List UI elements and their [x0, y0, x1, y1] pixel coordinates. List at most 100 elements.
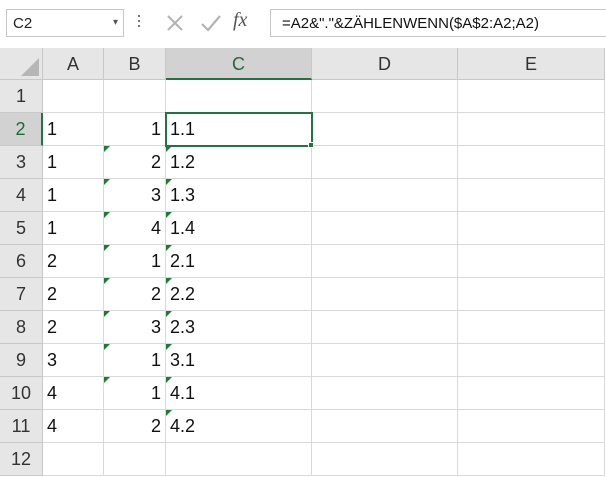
checkmark-icon[interactable]: [196, 9, 226, 37]
cell-e3[interactable]: [458, 146, 605, 179]
error-indicator-icon[interactable]: [166, 344, 172, 350]
cell-d7[interactable]: [312, 278, 458, 311]
cell-e10[interactable]: [458, 377, 605, 410]
cell-a8[interactable]: 2: [43, 311, 104, 344]
cell-c8[interactable]: 2.3: [166, 311, 312, 344]
cell-c3[interactable]: 1.2: [166, 146, 312, 179]
cell-b11[interactable]: 2: [104, 410, 166, 443]
cell-b8[interactable]: 3: [104, 311, 166, 344]
cell-c2[interactable]: 1.1: [166, 113, 312, 146]
column-header-c[interactable]: C: [166, 48, 312, 80]
column-header-a[interactable]: A: [43, 48, 104, 80]
cell-c10[interactable]: 4.1: [166, 377, 312, 410]
row-header-6[interactable]: 6: [0, 245, 43, 278]
cell-e2[interactable]: [458, 113, 605, 146]
cell-d8[interactable]: [312, 311, 458, 344]
cell-e12[interactable]: [458, 443, 605, 476]
cell-b9[interactable]: 1: [104, 344, 166, 377]
cell-e11[interactable]: [458, 410, 605, 443]
grip-dots-icon[interactable]: [136, 12, 142, 34]
cell-b3[interactable]: 2: [104, 146, 166, 179]
chevron-down-icon[interactable]: ▾: [113, 17, 118, 28]
cell-e1[interactable]: [458, 80, 605, 113]
cell-c7[interactable]: 2.2: [166, 278, 312, 311]
cell-a9[interactable]: 3: [43, 344, 104, 377]
row-header-9[interactable]: 9: [0, 344, 43, 377]
cell-d9[interactable]: [312, 344, 458, 377]
error-indicator-icon[interactable]: [104, 311, 110, 317]
error-indicator-icon[interactable]: [104, 212, 110, 218]
cell-b10[interactable]: 1: [104, 377, 166, 410]
column-header-d[interactable]: D: [312, 48, 458, 80]
cell-a3[interactable]: 1: [43, 146, 104, 179]
row-header-7[interactable]: 7: [0, 278, 43, 311]
cell-e9[interactable]: [458, 344, 605, 377]
cell-c9[interactable]: 3.1: [166, 344, 312, 377]
cell-c6[interactable]: 2.1: [166, 245, 312, 278]
error-indicator-icon[interactable]: [104, 146, 110, 152]
cell-a6[interactable]: 2: [43, 245, 104, 278]
cell-c11[interactable]: 4.2: [166, 410, 312, 443]
fill-handle[interactable]: [308, 142, 314, 148]
close-icon[interactable]: [160, 9, 190, 37]
error-indicator-icon[interactable]: [166, 146, 172, 152]
row-header-5[interactable]: 5: [0, 212, 43, 245]
row-header-8[interactable]: 8: [0, 311, 43, 344]
cell-a12[interactable]: [43, 443, 104, 476]
cell-b4[interactable]: 3: [104, 179, 166, 212]
fx-icon[interactable]: fx: [233, 9, 247, 32]
error-indicator-icon[interactable]: [166, 377, 172, 383]
error-indicator-icon[interactable]: [166, 311, 172, 317]
name-box[interactable]: C2 ▾: [6, 9, 124, 37]
row-header-1[interactable]: 1: [0, 80, 43, 113]
cell-a10[interactable]: 4: [43, 377, 104, 410]
formula-input[interactable]: =A2&"."&ZÄHLENWENN($A$2:A2;A2): [270, 9, 606, 37]
error-indicator-icon[interactable]: [104, 278, 110, 284]
cell-a7[interactable]: 2: [43, 278, 104, 311]
cell-a1[interactable]: [43, 80, 104, 113]
cell-e7[interactable]: [458, 278, 605, 311]
cell-d1[interactable]: [312, 80, 458, 113]
cell-c1[interactable]: [166, 80, 312, 113]
select-all-button[interactable]: [0, 48, 43, 80]
cell-a5[interactable]: 1: [43, 212, 104, 245]
cell-b2[interactable]: 1: [104, 113, 166, 146]
error-indicator-icon[interactable]: [104, 377, 110, 383]
cell-c4[interactable]: 1.3: [166, 179, 312, 212]
error-indicator-icon[interactable]: [166, 179, 172, 185]
error-indicator-icon[interactable]: [104, 245, 110, 251]
cell-b5[interactable]: 4: [104, 212, 166, 245]
cell-c12[interactable]: [166, 443, 312, 476]
error-indicator-icon[interactable]: [166, 278, 172, 284]
cell-d10[interactable]: [312, 377, 458, 410]
row-header-11[interactable]: 11: [0, 410, 43, 443]
error-indicator-icon[interactable]: [166, 245, 172, 251]
cell-b1[interactable]: [104, 80, 166, 113]
cell-b7[interactable]: 2: [104, 278, 166, 311]
error-indicator-icon[interactable]: [104, 179, 110, 185]
cell-e6[interactable]: [458, 245, 605, 278]
cell-d4[interactable]: [312, 179, 458, 212]
row-header-2[interactable]: 2: [0, 113, 43, 146]
error-indicator-icon[interactable]: [166, 410, 172, 416]
cell-d6[interactable]: [312, 245, 458, 278]
cell-a4[interactable]: 1: [43, 179, 104, 212]
cell-d2[interactable]: [312, 113, 458, 146]
cell-a11[interactable]: 4: [43, 410, 104, 443]
cell-e5[interactable]: [458, 212, 605, 245]
cell-b6[interactable]: 1: [104, 245, 166, 278]
column-header-e[interactable]: E: [458, 48, 605, 80]
cell-c5[interactable]: 1.4: [166, 212, 312, 245]
cell-e4[interactable]: [458, 179, 605, 212]
row-header-10[interactable]: 10: [0, 377, 43, 410]
column-header-b[interactable]: B: [104, 48, 166, 80]
error-indicator-icon[interactable]: [166, 212, 172, 218]
cell-d12[interactable]: [312, 443, 458, 476]
error-indicator-icon[interactable]: [104, 344, 110, 350]
row-header-3[interactable]: 3: [0, 146, 43, 179]
row-header-12[interactable]: 12: [0, 443, 43, 476]
cell-d3[interactable]: [312, 146, 458, 179]
row-header-4[interactable]: 4: [0, 179, 43, 212]
cell-e8[interactable]: [458, 311, 605, 344]
cell-d11[interactable]: [312, 410, 458, 443]
